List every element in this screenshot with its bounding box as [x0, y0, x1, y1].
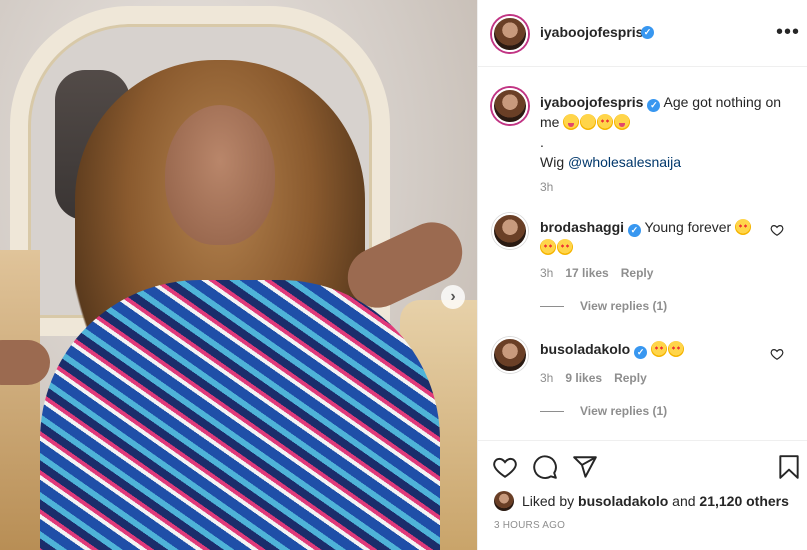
caption-timestamp[interactable]: 3h	[540, 180, 553, 194]
view-replies-label: View replies (1)	[580, 299, 668, 313]
heart-icon[interactable]	[492, 454, 518, 480]
author-avatar[interactable]	[492, 16, 528, 52]
tongue-emoji-icon	[614, 114, 631, 130]
photo-chair-left	[0, 250, 40, 550]
caption-username[interactable]: iyaboojofespris	[540, 94, 643, 110]
comment-text: Young forever	[644, 219, 732, 235]
commenter-username[interactable]: busoladakolo	[540, 341, 630, 357]
post-photo[interactable]: ›	[0, 0, 477, 550]
view-replies-label: View replies (1)	[580, 404, 668, 418]
author-username[interactable]: iyaboojofespris	[540, 24, 643, 40]
smirk-emoji-icon	[580, 114, 597, 130]
view-replies-button[interactable]: View replies (1)	[540, 299, 667, 313]
caption-avatar[interactable]	[492, 88, 528, 124]
tongue-emoji-icon	[563, 114, 580, 130]
photo-dress	[40, 280, 440, 550]
comment-text-block: busoladakolo ✓	[540, 339, 768, 359]
comment-actions: 3h 17 likes Reply	[540, 266, 653, 280]
verified-badge-icon: ✓	[627, 224, 641, 237]
heart-eyes-emoji-icon	[540, 239, 556, 255]
view-replies-button[interactable]: View replies (1)	[540, 404, 667, 418]
verified-badge-icon: ✓	[641, 26, 654, 39]
verified-badge-icon: ✓	[647, 99, 661, 112]
liked-by-middle: and	[672, 493, 696, 509]
view-replies-divider	[540, 305, 564, 307]
post-time-ago[interactable]: 3 HOURS AGO	[494, 520, 565, 531]
post-action-bar: Liked by busoladakolo and 21,120 others …	[478, 440, 807, 550]
heart-eyes-emoji-icon	[597, 114, 614, 130]
heart-eyes-emoji-icon	[668, 341, 685, 357]
liked-by-prefix: Liked by	[522, 493, 575, 509]
heart-eyes-emoji-icon	[735, 219, 752, 235]
caption-wig-prefix: Wig	[540, 154, 568, 170]
comment-like-heart-icon[interactable]	[770, 347, 784, 361]
comment-text-block: brodashaggi ✓ Young forever	[540, 217, 768, 257]
comment-icon[interactable]	[532, 454, 558, 480]
action-icons	[492, 454, 802, 482]
commenter-username[interactable]: brodashaggi	[540, 219, 624, 235]
more-options-icon[interactable]: •••	[776, 22, 800, 42]
commenter-avatar[interactable]	[492, 213, 528, 249]
liked-by-user[interactable]: busoladakolo	[578, 493, 668, 509]
instagram-post: › iyaboojofespris ✓ ••• iyaboojofespris …	[0, 0, 807, 550]
heart-eyes-emoji-icon	[557, 239, 573, 255]
caption-body: iyaboojofespris ✓ Age got nothing on me …	[540, 92, 795, 172]
bookmark-icon[interactable]	[776, 454, 802, 480]
comment-like-heart-icon[interactable]	[770, 223, 784, 237]
verified-badge-icon: ✓	[634, 346, 648, 359]
reply-button[interactable]: Reply	[614, 371, 647, 385]
comment-likes-count[interactable]: 9 likes	[565, 371, 602, 385]
view-replies-divider	[540, 410, 564, 412]
caption-dot: .	[540, 134, 544, 150]
post-header: iyaboojofespris ✓ •••	[478, 0, 807, 67]
next-photo-button[interactable]: ›	[441, 285, 465, 309]
comment-time[interactable]: 3h	[540, 371, 553, 385]
photo-arm-left	[0, 340, 50, 385]
comment-likes-count[interactable]: 17 likes	[565, 266, 608, 280]
liked-by-row: Liked by busoladakolo and 21,120 others	[494, 491, 789, 511]
photo-face	[165, 105, 275, 245]
comment-time[interactable]: 3h	[540, 266, 553, 280]
liked-by-others[interactable]: 21,120 others	[699, 493, 789, 509]
comment-actions: 3h 9 likes Reply	[540, 371, 647, 385]
heart-eyes-emoji-icon	[651, 341, 668, 357]
reply-button[interactable]: Reply	[621, 266, 654, 280]
liker-avatar[interactable]	[494, 491, 514, 511]
post-side-panel: iyaboojofespris ✓ ••• iyaboojofespris ✓ …	[477, 0, 807, 550]
caption-mention-link[interactable]: @wholesalesnaija	[568, 154, 681, 170]
commenter-avatar[interactable]	[492, 337, 528, 373]
share-icon[interactable]	[572, 454, 598, 480]
